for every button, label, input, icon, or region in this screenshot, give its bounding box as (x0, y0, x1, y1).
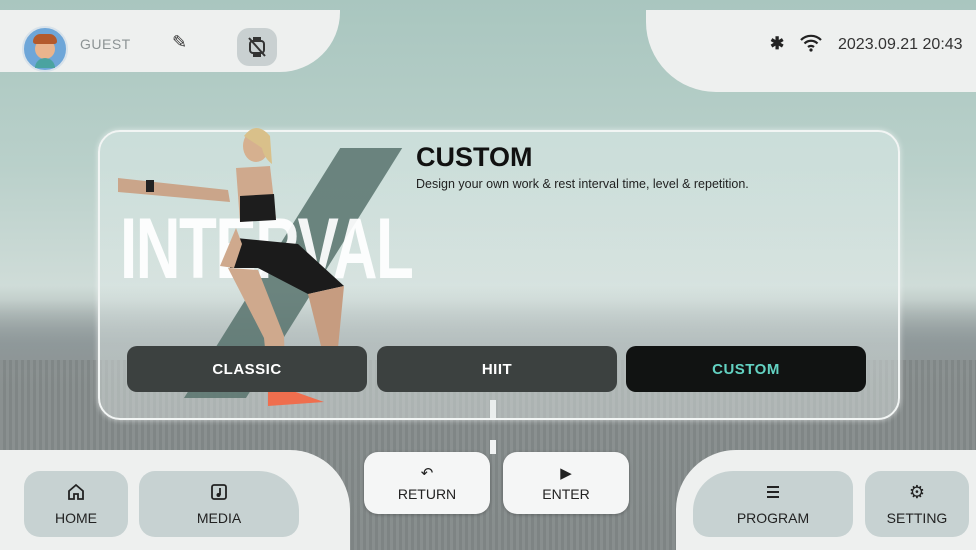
return-label: RETURN (397, 486, 457, 502)
home-button[interactable]: HOME (24, 471, 128, 537)
pencil-icon[interactable]: ✎ (172, 32, 187, 53)
road-marking (490, 440, 496, 454)
watch-off-icon (248, 37, 266, 57)
username-label: GUEST (80, 36, 131, 52)
top-bar: GUEST ✎ ✱ 2023.09.21 20:43 (0, 0, 976, 95)
avatar[interactable] (22, 26, 68, 72)
media-label: MEDIA (196, 510, 242, 526)
home-label: HOME (55, 510, 97, 526)
music-note-icon (211, 482, 227, 502)
setting-label: SETTING (886, 510, 948, 526)
wifi-icon[interactable] (800, 34, 822, 52)
mode-custom-button[interactable]: CUSTOM (626, 346, 866, 392)
setting-button[interactable]: ⚙ SETTING (865, 471, 969, 537)
list-icon (765, 482, 781, 502)
program-label: PROGRAM (736, 510, 810, 526)
bluetooth-icon[interactable]: ✱ (770, 34, 784, 54)
return-icon: ↶ (420, 465, 434, 482)
avatar-face (33, 34, 57, 59)
datetime: 2023.09.21 20:43 (838, 36, 963, 53)
watch-off-button[interactable] (237, 28, 277, 66)
program-button[interactable]: PROGRAM (693, 471, 853, 537)
enter-button[interactable]: ▶ ENTER (503, 452, 629, 514)
return-button[interactable]: ↶ RETURN (364, 452, 490, 514)
mode-classic-button[interactable]: CLASSIC (127, 346, 367, 392)
home-icon (67, 482, 85, 502)
mode-hiit-button[interactable]: HIIT (377, 346, 617, 392)
media-button[interactable]: MEDIA (139, 471, 299, 537)
program-description: Design your own work & rest interval tim… (416, 177, 749, 191)
enter-label: ENTER (542, 486, 590, 502)
gear-icon: ⚙ (908, 481, 926, 502)
program-title: CUSTOM (416, 142, 533, 172)
play-icon: ▶ (560, 465, 572, 482)
